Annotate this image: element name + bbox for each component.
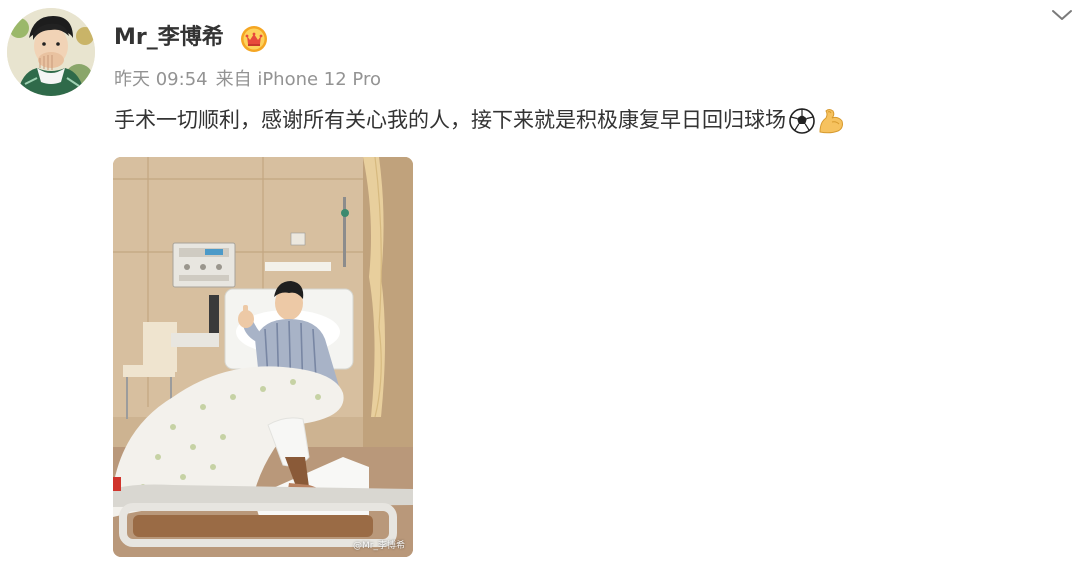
weibo-post-card: Mr_李博希 昨天 09:54 来自 iPhone 12 Pro 手术一切顺利，感… <box>0 0 1080 580</box>
soccer-ball-icon <box>789 108 815 134</box>
flexed-biceps-icon <box>819 109 843 134</box>
post-text: 手术一切顺利，感谢所有关心我的人，接下来就是积极康复早日回归球场 <box>114 108 786 132</box>
image-watermark: @Mr_李博希 <box>353 541 405 551</box>
post-source: 来自 iPhone 12 Pro <box>215 69 381 90</box>
crown-badge-icon[interactable] <box>240 25 268 53</box>
post-time[interactable]: 昨天 09:54 <box>114 69 208 90</box>
post-image[interactable]: @Mr_李博希 <box>113 157 413 557</box>
author-name[interactable]: Mr_李博希 <box>114 22 224 54</box>
avatar-image <box>7 8 95 96</box>
avatar[interactable] <box>7 8 95 96</box>
post-meta: 昨天 09:54 来自 iPhone 12 Pro <box>114 66 381 94</box>
hospital-photo <box>113 157 413 557</box>
chevron-down-icon[interactable] <box>1048 4 1076 26</box>
